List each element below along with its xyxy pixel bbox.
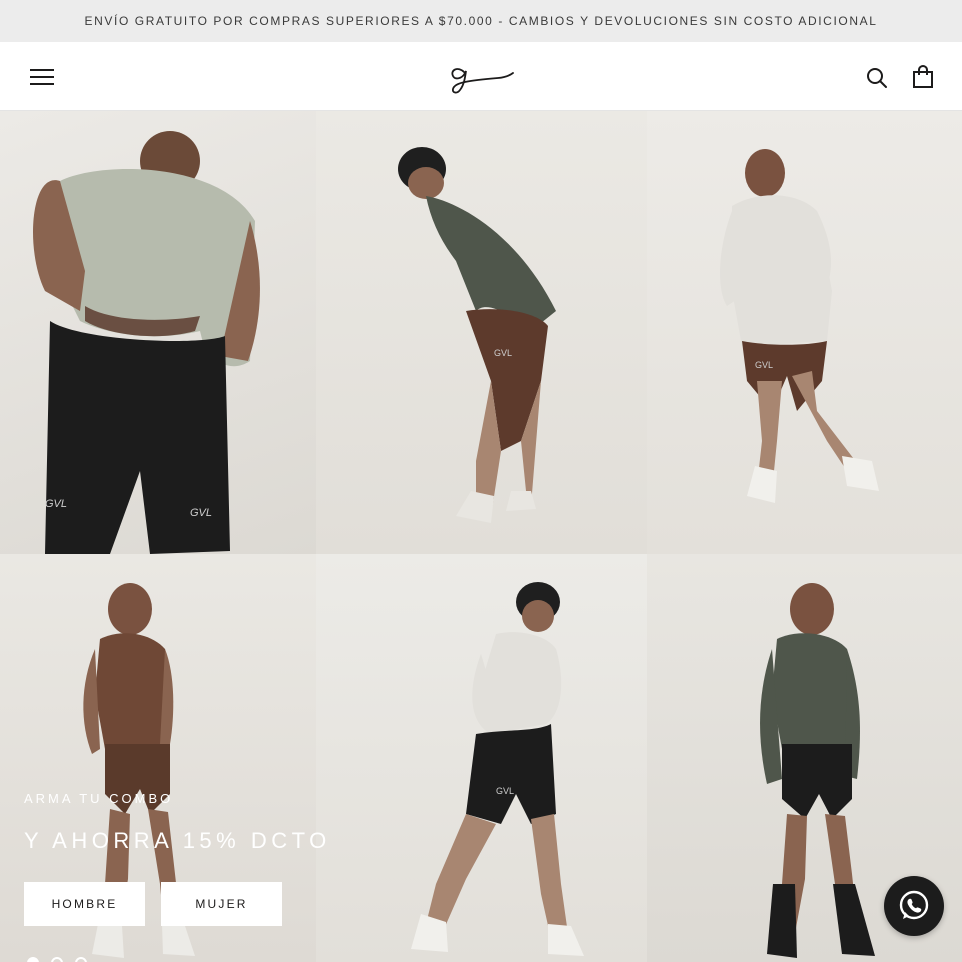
- announcement-bar: ENVÍO GRATUITO POR COMPRAS SUPERIORES A …: [0, 0, 962, 42]
- hero-image-man-white-jersey: GVL: [647, 111, 962, 554]
- hero-headline: Y AHORRA 15% DCTO: [24, 828, 331, 853]
- announcement-text: ENVÍO GRATUITO POR COMPRAS SUPERIORES A …: [84, 14, 878, 28]
- hero-image-man-back: GVL GVL: [0, 111, 316, 554]
- whatsapp-chat-button[interactable]: [884, 876, 944, 936]
- jersey-brand-label: GVL: [45, 498, 67, 510]
- shorts-brand-label: GVL: [496, 786, 514, 796]
- shopping-bag-icon[interactable]: [912, 65, 934, 89]
- brand-logo[interactable]: [446, 58, 516, 96]
- shorts-brand-label: GVL: [494, 348, 512, 358]
- hero-slideshow: GVL GVL GVL GVL GVL ARMA TU COMBO Y AHOR…: [0, 111, 962, 962]
- hero-kicker: ARMA TU COMBO: [24, 791, 174, 806]
- hombre-button[interactable]: HOMBRE: [24, 882, 145, 926]
- slide-dot-2[interactable]: [51, 957, 63, 962]
- hero-image-woman-leaning: GVL: [316, 111, 647, 554]
- hero-image-woman-white-jersey: GVL: [316, 554, 647, 962]
- mujer-button[interactable]: MUJER: [161, 882, 282, 926]
- site-header: [0, 42, 962, 111]
- shorts-brand-label: GVL: [190, 507, 212, 519]
- slideshow-pagination: [27, 957, 87, 962]
- search-icon[interactable]: [866, 67, 888, 89]
- shorts-brand-label: GVL: [755, 360, 773, 370]
- slide-dot-3[interactable]: [75, 957, 87, 962]
- whatsapp-icon: [899, 890, 929, 920]
- hero-cta-group: HOMBRE MUJER: [24, 882, 282, 926]
- hamburger-menu-icon[interactable]: [30, 69, 54, 85]
- slide-dot-1[interactable]: [27, 957, 39, 962]
- hero-caption: ARMA TU COMBO Y AHORRA 15% DCTO: [24, 791, 331, 854]
